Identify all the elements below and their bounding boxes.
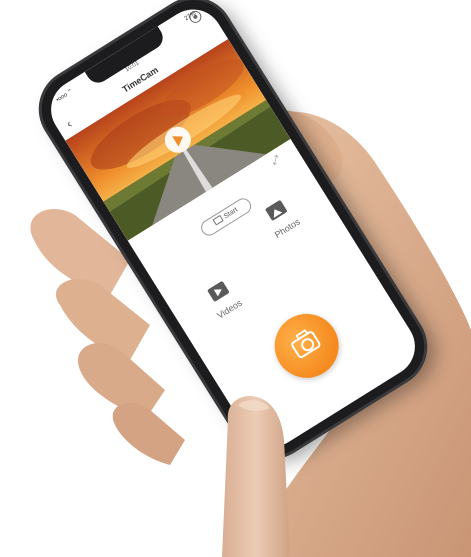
scene: •ooo ⌃ 27% 10:01 ‹ TimeCam ⤢ Start Video… — [0, 0, 471, 557]
finger-illustration — [222, 396, 290, 557]
